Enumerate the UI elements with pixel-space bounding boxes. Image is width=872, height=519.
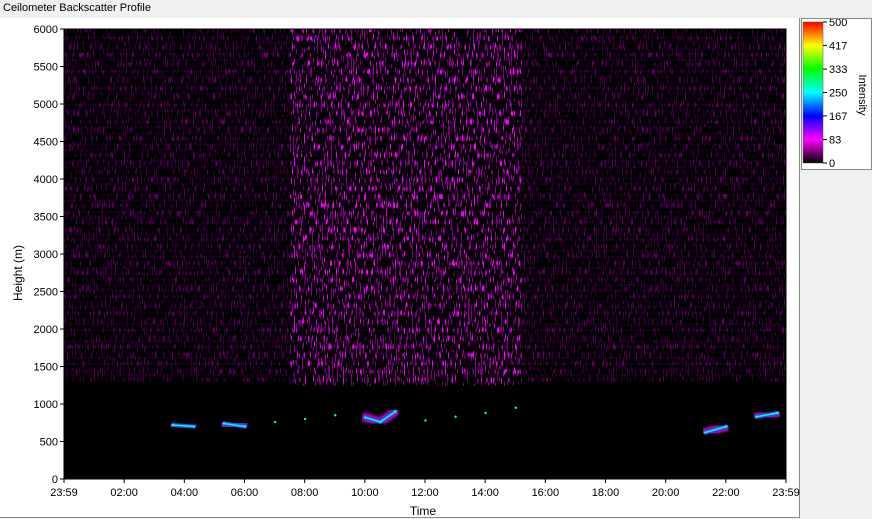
colorbar-title: Intensity: [856, 75, 868, 116]
cloud-layer-point: [484, 411, 487, 415]
y-tick-label: 0: [52, 474, 58, 486]
cloud-layer-point: [704, 431, 707, 434]
colorbar-tick-label: 83: [829, 135, 841, 147]
cloud-layer-point: [379, 420, 382, 424]
backscatter-chart: 0 500 1000 1500 2000 2500 3000 3500 4000 4500 5000…: [11, 24, 800, 518]
y-tick-label: 3500: [34, 212, 58, 224]
y-tick-label: 1500: [34, 362, 58, 374]
colorbar-tick-label: 0: [829, 158, 835, 170]
x-tick-label: 22:00: [712, 487, 740, 499]
x-tick-label: 02:00: [110, 487, 138, 499]
x-tick-label: 23:59: [50, 487, 78, 499]
y-tick-label: 5000: [34, 99, 58, 111]
chart-panel: 0 500 1000 1500 2000 2500 3000 3500 4000 4500 5000…: [0, 18, 800, 518]
cloud-layer-point: [424, 419, 427, 422]
y-tick-label: 5500: [34, 62, 58, 74]
x-tick-label: 14:00: [471, 487, 499, 499]
cloud-layer-point: [243, 425, 247, 428]
colorbar: 0 83 167 250 333 417 500 Intensity: [802, 19, 868, 170]
enhanced-scatter-region: [290, 29, 522, 386]
colorbar-tick-label: 250: [829, 88, 847, 100]
y-axis-title: Height (m): [11, 245, 25, 301]
x-axis-title: Time: [410, 504, 437, 518]
cloud-layer-point: [273, 420, 277, 424]
x-tick-label: 20:00: [652, 487, 680, 499]
window-title: Ceilometer Backscatter Profile: [3, 2, 151, 14]
colorbar-tick-label: 167: [829, 111, 847, 123]
cloud-layer-point: [755, 415, 758, 418]
x-tick-label: 04:00: [171, 487, 199, 499]
y-tick-label: 4000: [34, 174, 58, 186]
x-tick-label: 08:00: [291, 487, 319, 499]
x-tick-label: 12:00: [411, 487, 439, 499]
colorbar-tick-label: 417: [829, 40, 847, 52]
cloud-layer-point: [776, 411, 779, 415]
cloud-layer-point: [222, 422, 226, 425]
x-tick-label: 23:59: [772, 487, 800, 499]
y-tick-label: 6000: [34, 24, 58, 36]
x-tick-label: 16:00: [532, 487, 560, 499]
cloud-layer-point: [334, 414, 337, 417]
y-tick-label: 2500: [34, 287, 58, 299]
cloud-layer-point: [192, 425, 196, 428]
cloud-layer-point: [364, 416, 367, 419]
x-tick-label: 18:00: [592, 487, 620, 499]
cloud-layer-point: [454, 415, 457, 418]
colorbar-gradient: [802, 21, 824, 164]
colorbar-panel: 0 83 167 250 333 417 500 Intensity: [801, 18, 872, 170]
y-tick-label: 500: [40, 437, 58, 449]
cloud-layer-point: [514, 406, 517, 409]
x-tick-label: 06:00: [231, 487, 259, 499]
cloud-layer-point: [303, 417, 307, 421]
y-tick-label: 3000: [34, 249, 58, 261]
cloud-layer-point: [394, 410, 397, 413]
cloud-layer-point: [171, 423, 175, 427]
y-tick-label: 4500: [34, 137, 58, 149]
x-tick-label: 10:00: [351, 487, 379, 499]
y-tick-label: 1000: [34, 399, 58, 411]
colorbar-tick-label: 333: [829, 64, 847, 76]
cloud-layer-point: [725, 425, 728, 428]
colorbar-tick-label: 500: [829, 19, 847, 29]
y-tick-label: 2000: [34, 324, 58, 336]
